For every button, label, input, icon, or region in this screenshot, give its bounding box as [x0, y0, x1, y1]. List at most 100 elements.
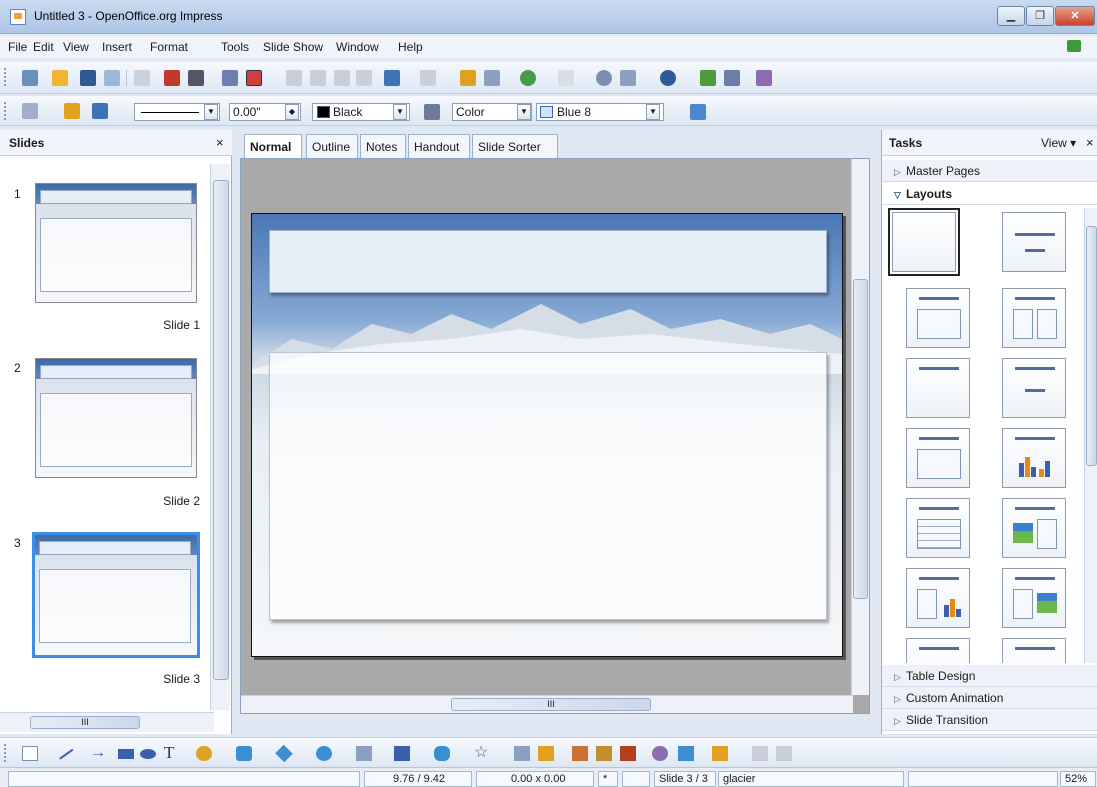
tasks-view-menu[interactable]: View ▾: [1041, 136, 1076, 150]
arrange-icon[interactable]: [752, 746, 768, 761]
layout-title-text[interactable]: [906, 428, 970, 488]
menu-insert[interactable]: Insert: [102, 40, 132, 54]
tab-handout[interactable]: Handout: [408, 134, 470, 158]
autospellcheck-icon[interactable]: [246, 70, 262, 86]
tab-outline[interactable]: Outline: [306, 134, 358, 158]
maximize-button[interactable]: ❐: [1026, 6, 1054, 26]
line-color-dropdown[interactable]: ▼: [393, 104, 407, 120]
connector-tool-icon[interactable]: [236, 746, 252, 761]
alignment-icon[interactable]: [712, 746, 728, 761]
zoom-level[interactable]: 52%: [1060, 771, 1096, 787]
block-arrows-icon[interactable]: [356, 746, 372, 761]
menu-file[interactable]: File: [8, 40, 27, 54]
shadow-icon[interactable]: [690, 104, 706, 120]
glue-points-icon[interactable]: [538, 746, 554, 761]
layout-blank[interactable]: [888, 208, 960, 276]
layout-centered-text[interactable]: [1002, 358, 1066, 418]
rectangle-tool-icon[interactable]: [118, 749, 134, 759]
layout-title-text-clipart[interactable]: [1002, 568, 1066, 628]
edit-file-icon[interactable]: [134, 70, 150, 86]
area-style-dropdown[interactable]: ▼: [517, 104, 531, 120]
chart-icon[interactable]: [460, 70, 476, 86]
area-color-select[interactable]: Blue 8: [536, 103, 664, 121]
navigator-icon[interactable]: [724, 70, 740, 86]
effects-icon[interactable]: [652, 746, 668, 761]
toolbar-grip[interactable]: [4, 744, 7, 762]
print-icon[interactable]: [188, 70, 204, 86]
minimize-button[interactable]: ▁: [997, 6, 1025, 26]
section-slide-transition[interactable]: ▷ Slide Transition: [882, 709, 1097, 731]
scrollbar-thumb[interactable]: [213, 180, 229, 680]
line-width-spinner[interactable]: ◆: [285, 104, 299, 120]
spellcheck-icon[interactable]: [222, 70, 238, 86]
save-icon[interactable]: [80, 70, 96, 86]
copy-icon[interactable]: [310, 70, 326, 86]
curve-tool-icon[interactable]: [196, 746, 212, 761]
slides-horizontal-scrollbar[interactable]: III: [0, 712, 214, 732]
layout-title-slide[interactable]: [906, 358, 970, 418]
show-draw-functions-icon[interactable]: [596, 70, 612, 86]
title-placeholder[interactable]: [269, 230, 827, 293]
layout-title-text-chart[interactable]: [906, 568, 970, 628]
tasks-panel-close-icon[interactable]: ×: [1086, 135, 1094, 150]
callouts-icon[interactable]: [434, 746, 450, 761]
flowchart-icon[interactable]: [394, 746, 410, 761]
layout-title-chart[interactable]: [1002, 428, 1066, 488]
points-icon[interactable]: [514, 746, 530, 761]
slide-thumbnail-2[interactable]: [35, 358, 197, 478]
menu-window[interactable]: Window: [336, 40, 379, 54]
basic-shapes-icon[interactable]: [275, 744, 293, 763]
new-document-icon[interactable]: [22, 70, 38, 86]
slide-editor[interactable]: III: [240, 158, 870, 714]
content-placeholder[interactable]: [269, 352, 827, 620]
editor-vertical-scrollbar[interactable]: [851, 159, 869, 695]
tab-normal[interactable]: Normal: [244, 134, 302, 159]
slides-vertical-scrollbar[interactable]: [210, 164, 230, 710]
current-slide[interactable]: [251, 213, 843, 657]
presentation-icon[interactable]: [756, 70, 772, 86]
arrow-style-icon[interactable]: [92, 103, 108, 119]
table-icon[interactable]: [484, 70, 500, 86]
menu-tools[interactable]: Tools: [221, 40, 249, 54]
section-layouts[interactable]: ▽ Layouts: [882, 183, 1097, 205]
scrollbar-thumb[interactable]: [1086, 226, 1097, 466]
toolbar-grip[interactable]: [4, 102, 7, 120]
menu-slide-show[interactable]: Slide Show: [263, 40, 323, 54]
scrollbar-thumb[interactable]: [853, 279, 868, 599]
styles-icon[interactable]: [22, 103, 38, 119]
line-style-dropdown[interactable]: ▼: [204, 104, 218, 120]
menu-format[interactable]: Format: [150, 40, 188, 54]
slide-thumbnail-3[interactable]: [32, 532, 200, 658]
arrow-tool-icon[interactable]: →: [90, 745, 106, 761]
export-pdf-icon[interactable]: [164, 70, 180, 86]
menu-edit[interactable]: Edit: [33, 40, 54, 54]
layouts-vertical-scrollbar[interactable]: [1084, 208, 1097, 663]
close-button[interactable]: ✕: [1055, 6, 1095, 26]
symbol-shapes-icon[interactable]: [316, 746, 332, 761]
line-icon[interactable]: [64, 103, 80, 119]
from-file-icon[interactable]: [596, 746, 612, 761]
text-tool-icon[interactable]: T: [164, 744, 180, 761]
layout-title-text-object[interactable]: [1002, 638, 1066, 663]
help-icon[interactable]: [660, 70, 676, 86]
menu-view[interactable]: View: [63, 40, 89, 54]
zoom-icon[interactable]: [620, 70, 636, 86]
layout-title-table[interactable]: [906, 498, 970, 558]
editor-horizontal-scrollbar[interactable]: III: [241, 695, 853, 713]
paste-icon[interactable]: [334, 70, 350, 86]
layout-title-2-content[interactable]: [1002, 288, 1066, 348]
slideshow-icon[interactable]: [700, 70, 716, 86]
undo-icon[interactable]: [384, 70, 400, 86]
ellipse-tool-icon[interactable]: [140, 749, 156, 759]
insert-object-icon[interactable]: [520, 70, 536, 86]
layout-title-content[interactable]: [906, 288, 970, 348]
layout-title-clipart-text[interactable]: [1002, 498, 1066, 558]
redo-icon[interactable]: [420, 70, 436, 86]
area-color-dropdown[interactable]: ▼: [646, 104, 660, 120]
scrollbar-thumb[interactable]: III: [30, 716, 140, 729]
email-icon[interactable]: [104, 70, 120, 86]
slide-thumbnail-1[interactable]: [35, 183, 197, 303]
open-folder-icon[interactable]: [52, 70, 68, 86]
section-custom-animation[interactable]: ▷ Custom Animation: [882, 687, 1097, 709]
slides-panel-close-icon[interactable]: ×: [216, 135, 224, 150]
